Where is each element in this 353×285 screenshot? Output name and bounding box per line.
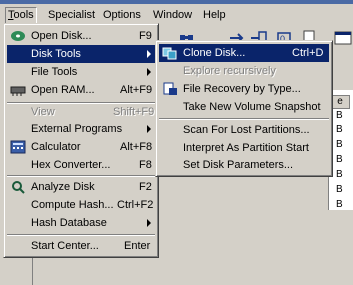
menu-options[interactable]: Options — [100, 7, 144, 23]
menu-separator — [7, 234, 155, 236]
disk-icon — [11, 31, 25, 41]
cell-value: B — [336, 199, 343, 210]
cell-value: B — [336, 110, 343, 121]
clone-disk-icon — [162, 47, 177, 60]
menu-specialist[interactable]: Specialist — [45, 7, 98, 23]
menu-item-external-programs[interactable]: External Programs — [7, 120, 155, 138]
menu-item-open-disk[interactable]: Open Disk... F9 — [7, 27, 155, 45]
cell-value: B — [336, 124, 343, 135]
menu-item-clone-disk[interactable]: Clone Disk... Ctrl+D — [159, 44, 329, 62]
menu-item-explore-recursively: Explore recursively — [183, 65, 276, 77]
cell-value: B — [336, 169, 343, 180]
column-header[interactable]: e — [330, 95, 350, 109]
menu-separator — [7, 175, 155, 177]
tools-menu: Open Disk... F9 Disk Tools File Tools Op… — [3, 23, 159, 258]
menu-item-hash-database[interactable]: Hash Database — [7, 214, 155, 232]
menu-item-interpret-as-partition-start[interactable]: Interpret As Partition Start — [159, 139, 329, 157]
disk-tools-submenu: Clone Disk... Ctrl+D Explore recursively… — [155, 40, 333, 177]
menu-item-hex-converter[interactable]: Hex Converter... F8 — [7, 156, 155, 174]
calculator-icon — [10, 140, 26, 154]
submenu-arrow-icon — [147, 68, 151, 76]
menubar: Tools Specialist Options Window Help — [0, 4, 353, 25]
menu-item-compute-hash[interactable]: Compute Hash... Ctrl+F2 — [7, 196, 155, 214]
menu-item-analyze-disk[interactable]: Analyze Disk F2 — [7, 178, 155, 196]
menu-item-open-ram[interactable]: Open RAM... Alt+F9 — [7, 81, 155, 99]
menu-item-set-disk-parameters[interactable]: Set Disk Parameters... — [159, 156, 329, 174]
menu-item-scan-for-lost-partitions[interactable]: Scan For Lost Partitions... — [159, 121, 329, 139]
magnifier-icon — [12, 181, 25, 194]
window-icon[interactable] — [334, 29, 352, 47]
cell-value: B — [336, 184, 343, 195]
menu-item-file-tools[interactable]: File Tools — [7, 63, 155, 81]
menu-item-calculator[interactable]: Calculator Alt+F8 — [7, 138, 155, 156]
menu-help[interactable]: Help — [200, 7, 229, 23]
submenu-arrow-icon — [147, 219, 151, 227]
menu-item-take-new-volume-snapshot[interactable]: Take New Volume Snapshot — [159, 98, 329, 116]
menu-item-disk-tools[interactable]: Disk Tools — [7, 45, 155, 63]
file-recovery-icon — [163, 82, 177, 95]
cell-value: B — [336, 154, 343, 165]
submenu-arrow-icon — [147, 50, 151, 58]
menu-item-file-recovery-by-type[interactable]: File Recovery by Type... — [159, 80, 329, 98]
submenu-arrow-icon — [147, 125, 151, 133]
ram-chip-icon — [10, 86, 26, 96]
menu-separator — [159, 118, 329, 120]
cell-value: B — [336, 139, 343, 150]
menu-item-view: View Shift+F9 — [31, 106, 155, 118]
menu-item-start-center[interactable]: Start Center... Enter — [7, 237, 155, 255]
menu-window[interactable]: Window — [150, 7, 195, 23]
